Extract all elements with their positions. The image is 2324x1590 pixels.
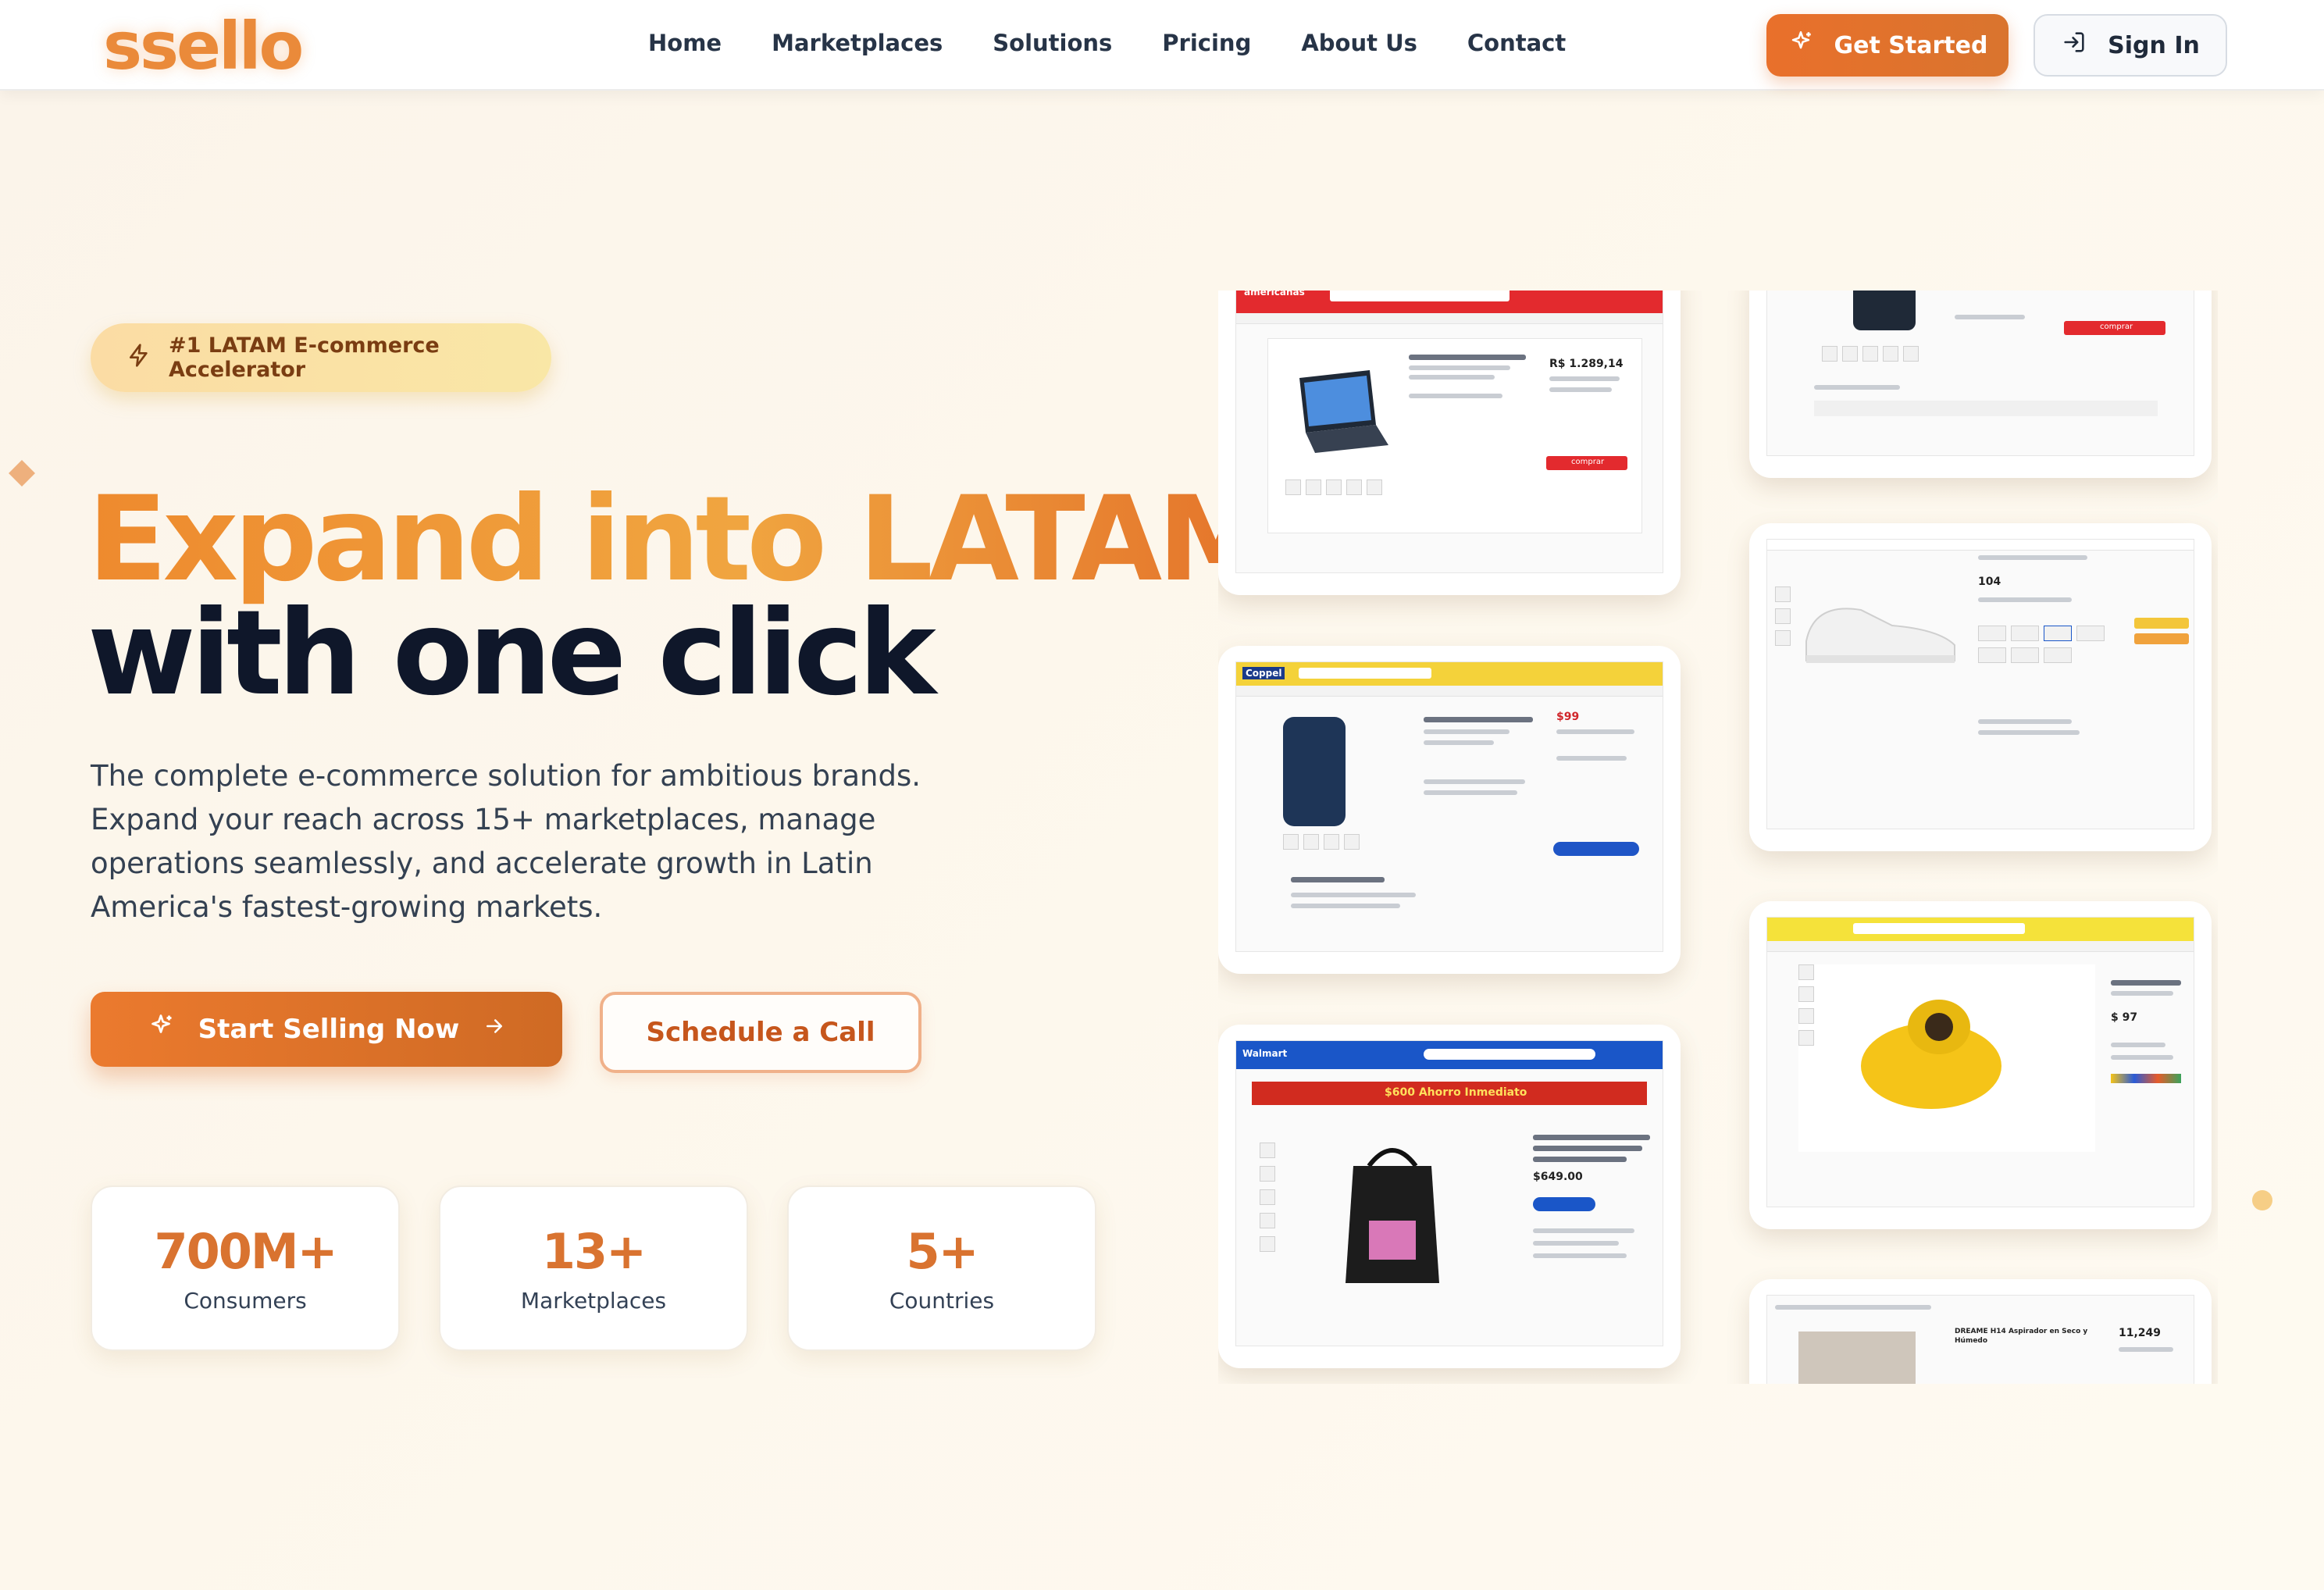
schedule-call-button[interactable]: Schedule a Call (600, 992, 921, 1073)
marketplace-screenshot: $ 97 (1766, 917, 2194, 1207)
marketplace-screenshot: americanas R$ 1.289,14 comprar (1235, 291, 1663, 573)
sandal-image (1861, 1000, 2001, 1109)
marketplace-brand: americanas (1244, 291, 1305, 298)
decorative-diamond (9, 460, 35, 487)
stat-value: 700M+ (154, 1223, 337, 1280)
marketplace-card-mercadolibre[interactable]: $ 97 (1749, 901, 2212, 1229)
add-to-cart-button (1553, 842, 1639, 856)
add-to-cart-button (2134, 633, 2189, 644)
stat-value: 5+ (906, 1223, 978, 1280)
marketplace-card-americanas[interactable]: americanas R$ 1.289,14 comprar (1218, 291, 1681, 595)
stat-label: Marketplaces (520, 1288, 667, 1314)
stat-label: Consumers (184, 1288, 307, 1314)
product-price: 11,249 (2119, 1327, 2162, 1339)
size-grid (1978, 626, 2134, 672)
stat-value: 13+ (541, 1223, 647, 1280)
product-panel: R$ 1.289,14 comprar (1267, 338, 1642, 533)
marketplace-screenshot: DREAME H14 Aspirador en Seco y Húmedo 11… (1766, 1295, 2194, 1384)
badge-label: #1 LATAM E-commerce Accelerator (169, 333, 440, 382)
logo[interactable]: ssello (103, 8, 304, 84)
stat-card-countries: 5+ Countries (787, 1185, 1096, 1351)
marketplace-card-sneaker[interactable]: 104 (1749, 523, 2212, 851)
arrow-right-icon (483, 1014, 506, 1045)
start-selling-label: Start Selling Now (198, 1014, 460, 1045)
sign-in-button[interactable]: Sign In (2034, 14, 2227, 77)
marketplace-brand: Coppel (1242, 667, 1285, 679)
stat-card-marketplaces: 13+ Marketplaces (439, 1185, 748, 1351)
marketplace-screenshot: 104 (1766, 539, 2194, 829)
marketplace-screenshot: Walmart $600 Ahorro Inmediato $649.00 (1235, 1040, 1663, 1346)
login-icon (2061, 29, 2087, 62)
marketplace-screenshot: comprar (1766, 291, 2194, 456)
buy-button: comprar (2064, 321, 2165, 335)
product-price: $ 97 (2111, 1011, 2138, 1024)
nav-link-contact[interactable]: Contact (1467, 30, 1566, 56)
product-price: $649.00 (1533, 1171, 1583, 1183)
hero-badge: #1 LATAM E-commerce Accelerator (91, 323, 551, 392)
nav-link-solutions[interactable]: Solutions (993, 30, 1112, 56)
marketplace-card-coppel[interactable]: Coppel $99 (1218, 646, 1681, 974)
phone-case-image (1283, 717, 1346, 826)
hero-subtitle: The complete e-commerce solution for amb… (91, 759, 921, 924)
color-swatches (2111, 1074, 2181, 1083)
buy-now-button (2134, 618, 2189, 629)
nav-link-about-us[interactable]: About Us (1301, 30, 1417, 56)
marketplace-search (1330, 291, 1510, 301)
stats-row: 700M+ Consumers 13+ Marketplaces 5+ Coun… (91, 1185, 1096, 1351)
get-started-button[interactable]: Get Started (1766, 14, 2009, 77)
sneaker-image (1805, 608, 1955, 663)
marketplace-search (1299, 668, 1431, 679)
sign-in-label: Sign In (2108, 31, 2200, 59)
marketplace-card-dreame[interactable]: DREAME H14 Aspirador en Seco y Húmedo 11… (1749, 1279, 2212, 1384)
marketplace-card-phone[interactable]: comprar (1749, 291, 2212, 478)
top-navigation: ssello Home Marketplaces Solutions Prici… (0, 0, 2324, 91)
vacuum-image (1798, 1332, 1916, 1384)
add-button (1533, 1197, 1595, 1211)
start-selling-button[interactable]: Start Selling Now (91, 992, 562, 1067)
nav-link-marketplaces[interactable]: Marketplaces (772, 30, 943, 56)
lightning-icon (127, 343, 151, 373)
hero-title-line2: with one click (87, 586, 936, 722)
sparkle-icon (1788, 29, 1814, 62)
nav-link-pricing[interactable]: Pricing (1162, 30, 1251, 56)
product-price: $99 (1556, 711, 1580, 723)
stat-card-consumers: 700M+ Consumers (91, 1185, 400, 1351)
marketplace-screenshot: Coppel $99 (1235, 661, 1663, 952)
decorative-dot (2252, 1190, 2272, 1210)
marketplace-header: americanas (1236, 291, 1663, 313)
marketplace-strip (1236, 686, 1663, 697)
buy-button: comprar (1546, 456, 1627, 470)
sparkle-icon (147, 1012, 175, 1047)
marketplace-card-walmart[interactable]: Walmart $600 Ahorro Inmediato $649.00 (1218, 1025, 1681, 1368)
get-started-label: Get Started (1834, 31, 1988, 59)
marketplace-gallery: americanas R$ 1.289,14 comprar Coppel $9… (1218, 291, 2218, 1384)
product-panel (1798, 964, 2095, 1152)
nav-link-home[interactable]: Home (648, 30, 722, 56)
marketplace-header (1767, 918, 2194, 941)
phone-image (1853, 291, 1916, 330)
related-strip (1814, 401, 2158, 416)
marketplace-search (1853, 923, 2025, 934)
marketplace-brand: Walmart (1242, 1048, 1288, 1059)
stat-label: Countries (889, 1288, 995, 1314)
marketplace-header: Walmart (1236, 1041, 1663, 1069)
marketplace-strip (1767, 941, 2194, 952)
product-price: R$ 1.289,14 (1549, 358, 1624, 370)
marketplace-strip (1767, 540, 2194, 551)
marketplace-search (1424, 1049, 1595, 1060)
promo-banner: $600 Ahorro Inmediato (1252, 1082, 1647, 1105)
tote-bag-image (1346, 1148, 1439, 1283)
product-title: DREAME H14 Aspirador en Seco y Húmedo (1955, 1328, 2088, 1345)
marketplace-strip (1236, 313, 1663, 324)
marketplace-header: Coppel (1236, 662, 1663, 686)
laptop-image (1299, 370, 1388, 453)
product-price: 104 (1978, 576, 2001, 588)
nav-links: Home Marketplaces Solutions Pricing Abou… (648, 30, 1566, 56)
